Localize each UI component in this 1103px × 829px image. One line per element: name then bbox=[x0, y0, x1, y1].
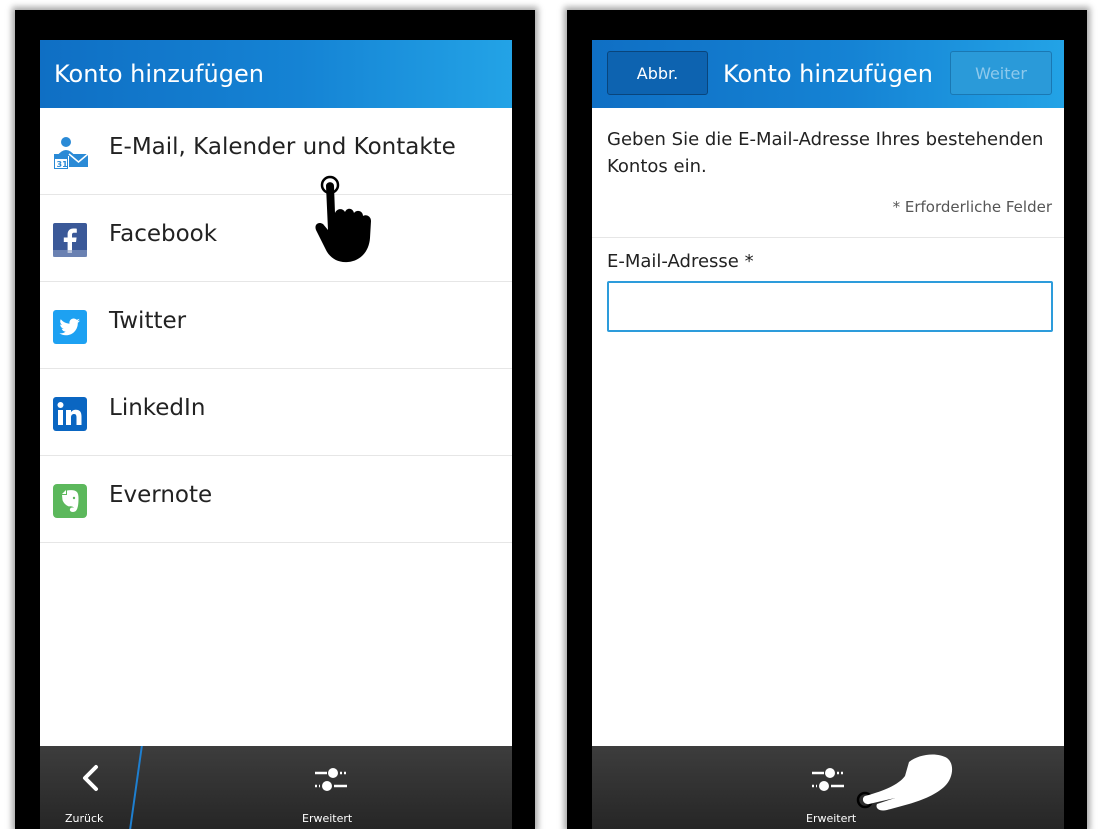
back-label: Zurück bbox=[65, 812, 104, 825]
right-phone-frame: Abbr. Konto hinzufügen Weiter Geben Sie … bbox=[567, 10, 1087, 829]
back-button[interactable]: Zurück bbox=[40, 746, 130, 829]
left-title-bar: Konto hinzufügen bbox=[40, 40, 512, 108]
email-label: E-Mail-Adresse * bbox=[607, 251, 754, 272]
sliders-icon bbox=[313, 764, 349, 798]
page-title: Konto hinzufügen bbox=[723, 60, 933, 88]
tap-hand-icon bbox=[847, 748, 957, 822]
divider bbox=[592, 237, 1064, 238]
advanced-label: Erweitert bbox=[302, 812, 353, 825]
account-type-list: 31 E-Mail, Kalender und Kontakte Faceboo… bbox=[40, 108, 512, 543]
email-input[interactable] bbox=[607, 281, 1053, 332]
svg-text:31: 31 bbox=[57, 160, 69, 169]
list-item-evernote[interactable]: Evernote bbox=[40, 456, 512, 543]
linkedin-icon bbox=[53, 397, 87, 431]
list-item-label: LinkedIn bbox=[109, 395, 206, 421]
email-calendar-contacts-icon: 31 bbox=[53, 136, 89, 170]
bottom-action-bar: Erweitert bbox=[592, 746, 1064, 829]
right-screen: Abbr. Konto hinzufügen Weiter Geben Sie … bbox=[592, 40, 1064, 829]
next-button[interactable]: Weiter bbox=[950, 51, 1052, 95]
action-bar-divider bbox=[129, 746, 143, 829]
list-item-twitter[interactable]: Twitter bbox=[40, 282, 512, 369]
required-fields-note: * Erforderliche Felder bbox=[892, 198, 1052, 216]
chevron-left-icon bbox=[80, 764, 100, 796]
cancel-button[interactable]: Abbr. bbox=[607, 51, 708, 95]
left-screen: Konto hinzufügen 31 E-Mail, Kalender und… bbox=[40, 40, 512, 829]
evernote-icon bbox=[53, 484, 87, 518]
page-title: Konto hinzufügen bbox=[54, 60, 264, 88]
list-item-linkedin[interactable]: LinkedIn bbox=[40, 369, 512, 456]
list-item-label: Facebook bbox=[109, 221, 218, 247]
tap-hand-icon bbox=[312, 168, 392, 272]
twitter-icon bbox=[53, 310, 87, 344]
sliders-icon bbox=[810, 764, 846, 798]
bottom-action-bar: Zurück Erweitert bbox=[40, 746, 512, 829]
right-title-bar: Abbr. Konto hinzufügen Weiter bbox=[592, 40, 1064, 108]
advanced-button[interactable]: Erweitert bbox=[280, 746, 380, 829]
instruction-text: Geben Sie die E-Mail-Adresse Ihres beste… bbox=[607, 129, 1044, 177]
list-item-label: Evernote bbox=[109, 482, 213, 508]
left-phone-frame: Konto hinzufügen 31 E-Mail, Kalender und… bbox=[15, 10, 535, 829]
list-item-email-calendar-contacts[interactable]: 31 E-Mail, Kalender und Kontakte bbox=[40, 108, 512, 195]
facebook-icon bbox=[53, 223, 87, 257]
list-item-label: E-Mail, Kalender und Kontakte bbox=[109, 134, 456, 160]
list-item-facebook[interactable]: Facebook bbox=[40, 195, 512, 282]
list-item-label: Twitter bbox=[109, 308, 187, 334]
